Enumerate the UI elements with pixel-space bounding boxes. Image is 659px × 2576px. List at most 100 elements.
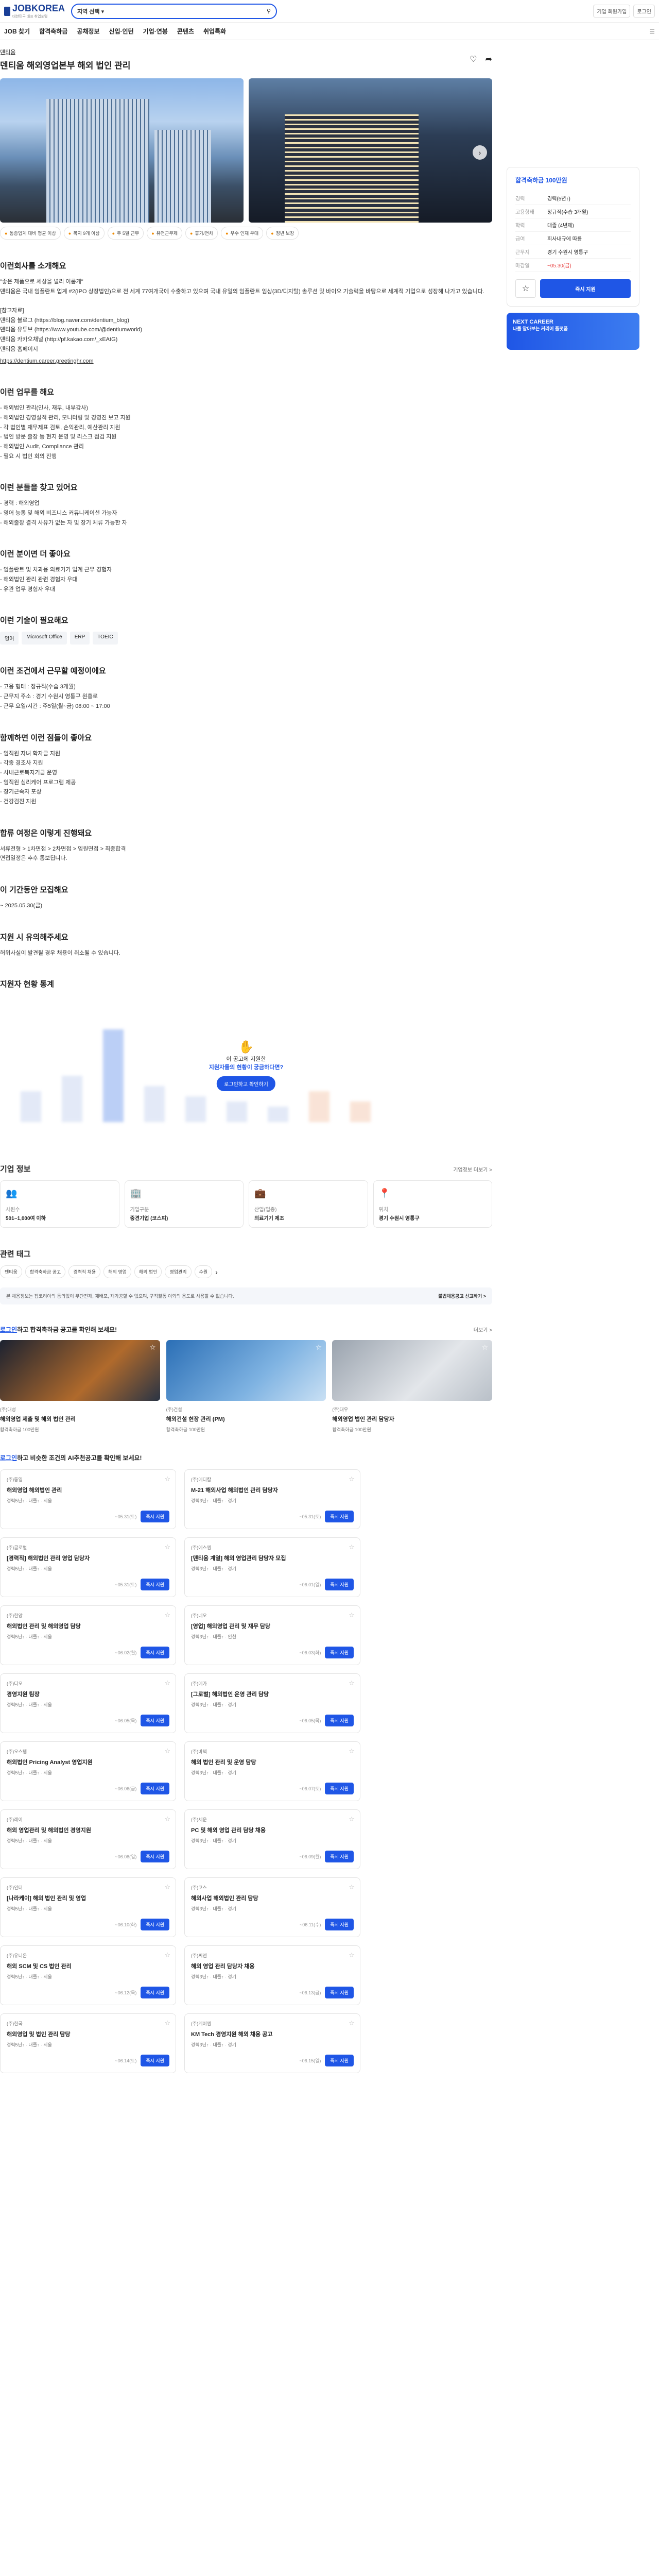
reco2-card[interactable]: ☆ (주)글로벌 [경력직] 해외법인 관리 영업 담당자 경력5년↑ · 대졸↑ ·… <box>0 1537 176 1598</box>
star-icon[interactable]: ☆ <box>481 1343 488 1352</box>
apply-button[interactable]: 즉시 지원 <box>325 1919 354 1931</box>
apply-button[interactable]: 즉시 지원 <box>325 1783 354 1795</box>
star-icon[interactable]: ☆ <box>349 1883 355 1891</box>
star-icon[interactable]: ☆ <box>515 279 536 298</box>
apply-button[interactable]: 즉시 지원 <box>141 1987 169 1999</box>
region-select[interactable]: 지역 선택 ▾ <box>77 7 104 15</box>
reco2-card[interactable]: ☆ (주)오스템 해외법인 Pricing Analyst 영업지원 경력5년↑ · … <box>0 1741 176 1802</box>
related-tag[interactable]: 덴티움 <box>0 1265 22 1279</box>
reco1-card[interactable]: ☆ (주)건설 해외건설 현장 관리 (PM) 합격축하금 100만원 <box>166 1340 326 1433</box>
report-link[interactable]: 불법채용공고 신고하기 > <box>438 1293 486 1299</box>
star-icon[interactable]: ☆ <box>164 1475 170 1483</box>
star-icon[interactable]: ☆ <box>164 1747 170 1755</box>
apply-button[interactable]: 즉시 지원 <box>325 1715 354 1727</box>
reco2-card[interactable]: ☆ (주)바텍 해외 법인 관리 및 운영 담당 경력3년↑ · 대졸↑ · 경기 ~0… <box>184 1741 360 1802</box>
company-info-more-link[interactable]: 기업정보 더보기 > <box>453 1165 492 1173</box>
related-tag[interactable]: 영업관리 <box>165 1265 192 1279</box>
search-icon[interactable]: ⚲ <box>267 8 271 14</box>
login-button[interactable]: 로그인 <box>633 5 655 18</box>
nav-specialized[interactable]: 취업특화 <box>203 27 226 36</box>
company-link[interactable]: 덴티움 <box>0 49 15 56</box>
star-icon[interactable]: ☆ <box>164 1611 170 1619</box>
apply-button[interactable]: 즉시 지원 <box>141 1919 169 1931</box>
reco2-card[interactable]: ☆ (주)네오 [영업] 해외영업 관리 및 재무 담당 경력3년↑ · 대졸↑ · … <box>184 1605 360 1666</box>
reco1-card[interactable]: ☆ (주)대우 해외영업 법인 관리 담당자 합격축하금 100만원 <box>332 1340 493 1433</box>
process-text: 서류전형 > 1차면접 > 2차면접 > 임원면접 > 최종합격 면접일정은 추… <box>0 845 126 862</box>
star-icon[interactable]: ☆ <box>349 1679 355 1687</box>
apply-button[interactable]: 즉시 지원 <box>141 1851 169 1863</box>
related-tag[interactable]: 경력직 채용 <box>68 1265 101 1279</box>
star-icon[interactable]: ☆ <box>164 1951 170 1959</box>
reco2-card[interactable]: ☆ (주)메디칼 M-21 해외사업 해외법인 관리 담당자 경력3년↑ · 대졸↑ … <box>184 1469 360 1530</box>
reco2-card[interactable]: ☆ (주)케이엠 KM Tech 경영지원 해외 채용 공고 경력3년↑ · 대졸↑ … <box>184 2013 360 2074</box>
reco1-login-link[interactable]: 로그인 <box>0 1326 17 1333</box>
star-icon[interactable]: ☆ <box>164 2019 170 2027</box>
apply-button[interactable]: 즉시 지원 <box>325 1647 354 1659</box>
reco2-card[interactable]: ☆ (주)씨앤 해외 영업 관리 담당자 채용 경력3년↑ · 대졸↑ · 경기 ~06… <box>184 1945 360 2006</box>
star-icon[interactable]: ☆ <box>164 1543 170 1551</box>
related-tag[interactable]: 해외 영업 <box>103 1265 131 1279</box>
apply-button[interactable]: 즉시 지원 <box>325 2055 354 2067</box>
chevron-right-icon[interactable]: › <box>215 1268 218 1276</box>
star-icon[interactable]: ☆ <box>349 1475 355 1483</box>
intro-link[interactable]: https://dentium.career.greetinghr.com <box>0 357 492 366</box>
reco2-card[interactable]: ☆ (주)디오 경영지원 팀장 경력5년↑ · 대졸↑ · 서울 ~06.05(목) 즉시… <box>0 1673 176 1734</box>
reco1-more-link[interactable]: 더보기 > <box>474 1326 492 1333</box>
carousel-next-icon[interactable]: › <box>473 145 487 160</box>
apply-button[interactable]: 즉시 지원 <box>325 1851 354 1863</box>
heart-icon[interactable]: ♡ <box>470 54 477 64</box>
star-icon[interactable]: ☆ <box>349 1951 355 1959</box>
apply-button[interactable]: 즉시 지원 <box>141 1511 169 1523</box>
reco2-card[interactable]: ☆ (주)한양 해외법인 관리 및 해외영업 담당 경력5년↑ · 대졸↑ · 서울 ~… <box>0 1605 176 1666</box>
reco1-card-list: ☆ (주)대성 해외영업 제출 및 해외 법인 관리 합격축하금 100만원 ☆… <box>0 1340 493 1433</box>
search-input[interactable] <box>107 8 264 14</box>
nav-contents[interactable]: 콘텐츠 <box>177 27 194 36</box>
star-icon[interactable]: ☆ <box>349 2019 355 2027</box>
reco2-card[interactable]: ☆ (주)레이 해외 영업관리 및 해외법인 경영지원 경력5년↑ · 대졸↑ · 서… <box>0 1809 176 1870</box>
star-icon[interactable]: ☆ <box>349 1543 355 1551</box>
related-tag[interactable]: 합격축하금 공고 <box>25 1265 66 1279</box>
star-icon[interactable]: ☆ <box>164 1883 170 1891</box>
reco2-card[interactable]: ☆ (주)인터 [나라케이] 해외 법인 관리 및 영업 경력5년↑ · 대졸↑ · … <box>0 1877 176 1938</box>
nav-reward[interactable]: 합격축하금 <box>39 27 67 36</box>
reco2-card[interactable]: ☆ (주)유니온 해외 SCM 및 CS 법인 관리 경력5년↑ · 대졸↑ · 서울… <box>0 1945 176 2006</box>
star-icon[interactable]: ☆ <box>316 1343 322 1352</box>
reco2-login-link[interactable]: 로그인 <box>0 1454 17 1462</box>
apply-button[interactable]: 즉시 지원 <box>141 2055 169 2067</box>
reco2-card[interactable]: ☆ (주)한국 해외영업 및 법인 관리 담당 경력5년↑ · 대졸↑ · 서울 ~06… <box>0 2013 176 2074</box>
star-icon[interactable]: ☆ <box>349 1815 355 1823</box>
reco2-card[interactable]: ☆ (주)메가 [그로벌] 해외법인 운영 관리 담당 경력3년↑ · 대졸↑ · 경… <box>184 1673 360 1734</box>
apply-button[interactable]: 즉시 지원 <box>325 1987 354 1999</box>
corporate-signup-button[interactable]: 기업 회원가입 <box>593 5 631 18</box>
apply-button[interactable]: 즉시 지원 <box>141 1715 169 1727</box>
logo[interactable]: JOBKOREA 대한민국 대표 취업포털 <box>4 3 65 19</box>
nav-public-recruit[interactable]: 공채정보 <box>77 27 99 36</box>
job-tag: ● 우수 인재 우대 <box>221 227 264 240</box>
apply-button[interactable]: 즉시 지원 <box>141 1579 169 1591</box>
related-tag[interactable]: 수원 <box>194 1265 213 1279</box>
star-icon[interactable]: ☆ <box>349 1747 355 1755</box>
reco2-card[interactable]: ☆ (주)세운 PC 및 해외 영업 관리 담당 채용 경력3년↑ · 대졸↑ · 경… <box>184 1809 360 1870</box>
related-tag[interactable]: 해외 법인 <box>134 1265 162 1279</box>
star-icon[interactable]: ☆ <box>349 1611 355 1619</box>
star-icon[interactable]: ☆ <box>164 1679 170 1687</box>
apply-button[interactable]: 즉시 지원 <box>325 1579 354 1591</box>
reco2-card[interactable]: ☆ (주)코스 해외사업 해외법인 관리 담당 경력3년↑ · 대졸↑ · 경기 ~06… <box>184 1877 360 1938</box>
menu-icon[interactable]: ☰ <box>649 28 655 35</box>
next-career-banner[interactable]: NEXT CAREER 나를 알아보는 커리어 플랫폼 <box>507 313 639 350</box>
nav-company-salary[interactable]: 기업·연봉 <box>143 27 168 36</box>
apply-button[interactable]: 즉시 지원 <box>141 1647 169 1659</box>
nav-job-search[interactable]: JOB 찾기 <box>4 27 30 36</box>
apply-button[interactable]: 즉시 지원 <box>325 1511 354 1523</box>
reco2-card[interactable]: ☆ (주)동일 해외영업 해외법인 관리 경력5년↑ · 대졸↑ · 서울 ~05.31… <box>0 1469 176 1530</box>
star-icon[interactable]: ☆ <box>149 1343 156 1352</box>
reco1-card[interactable]: ☆ (주)대성 해외영업 제출 및 해외 법인 관리 합격축하금 100만원 <box>0 1340 160 1433</box>
share-icon[interactable]: ➦ <box>485 54 492 64</box>
job-tag: ● 휴가/연차 <box>185 227 218 240</box>
nav-newcomer[interactable]: 신입·인턴 <box>109 27 133 36</box>
star-icon[interactable]: ☆ <box>164 1815 170 1823</box>
apply-button[interactable]: 즉시 지원 <box>540 279 631 298</box>
apply-button[interactable]: 즉시 지원 <box>141 1783 169 1795</box>
reco2-card[interactable]: ☆ (주)에스엠 [덴티움 계열] 해외 영업관리 담당자 모집 경력3년↑ · 대졸… <box>184 1537 360 1598</box>
stats-login-button[interactable]: 로그인하고 확인하기 <box>217 1076 275 1092</box>
